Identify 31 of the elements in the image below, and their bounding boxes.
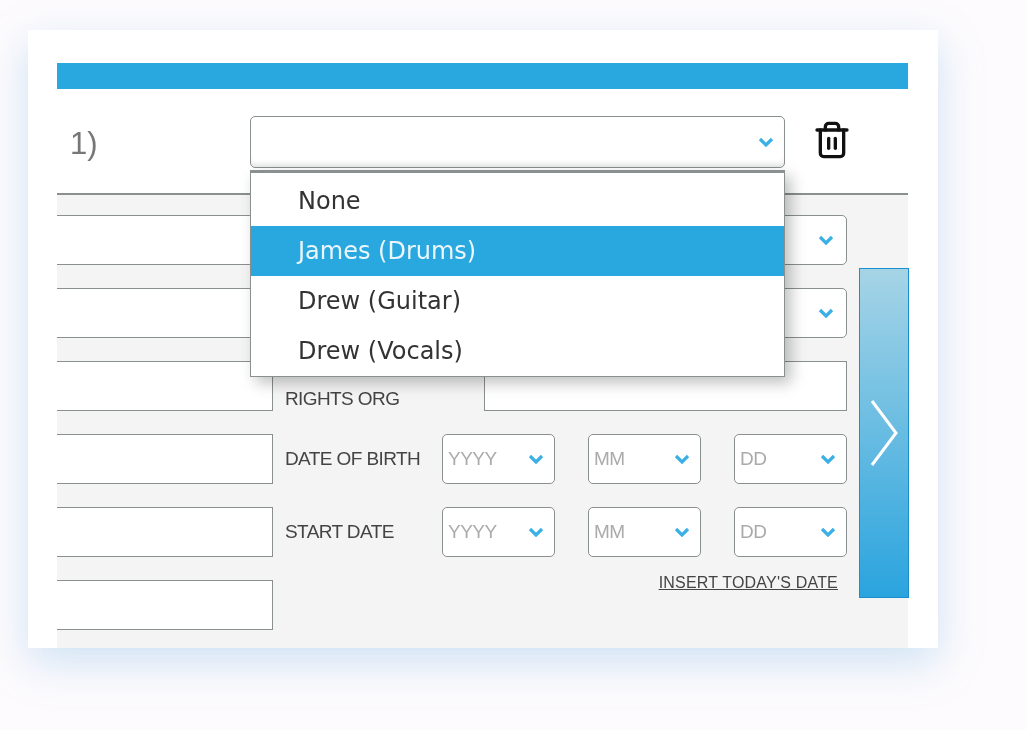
chevron-right-icon (869, 398, 899, 468)
input-field[interactable] (57, 361, 273, 411)
date-select[interactable]: YYYY (442, 507, 555, 557)
field-label: DATE OF BIRTH (285, 448, 422, 470)
section-title: 1) (69, 125, 99, 162)
input-field[interactable] (57, 507, 273, 557)
chevron-down-icon (820, 527, 836, 537)
chevron-down-icon (674, 527, 690, 537)
dropdown-option[interactable]: Drew (Vocals) (251, 326, 784, 376)
dropdown-option[interactable]: Drew (Guitar) (251, 276, 784, 326)
input-field[interactable] (57, 580, 273, 630)
next-button[interactable] (859, 268, 909, 598)
chevron-down-icon (528, 454, 544, 464)
chevron-down-icon (818, 308, 834, 318)
chevron-down-icon (818, 235, 834, 245)
dropdown-option[interactable]: None (251, 176, 784, 226)
chevron-down-icon (528, 527, 544, 537)
chevron-down-icon (674, 454, 690, 464)
chevron-down-icon (758, 137, 774, 147)
insert-date-link[interactable]: INSERT TODAY'S DATE (658, 574, 838, 592)
date-select[interactable]: DD (734, 434, 847, 484)
date-select[interactable]: MM (588, 434, 701, 484)
dropdown-option[interactable]: James (Drums) (251, 226, 784, 276)
date-select[interactable]: YYYY (442, 434, 555, 484)
input-field[interactable] (57, 434, 273, 484)
field-label: START DATE (285, 521, 395, 543)
field-label: RIGHTS ORG (285, 388, 401, 411)
chevron-down-icon (820, 454, 836, 464)
member-select[interactable] (250, 116, 785, 168)
date-select[interactable]: MM (588, 507, 701, 557)
date-select[interactable]: DD (734, 507, 847, 557)
